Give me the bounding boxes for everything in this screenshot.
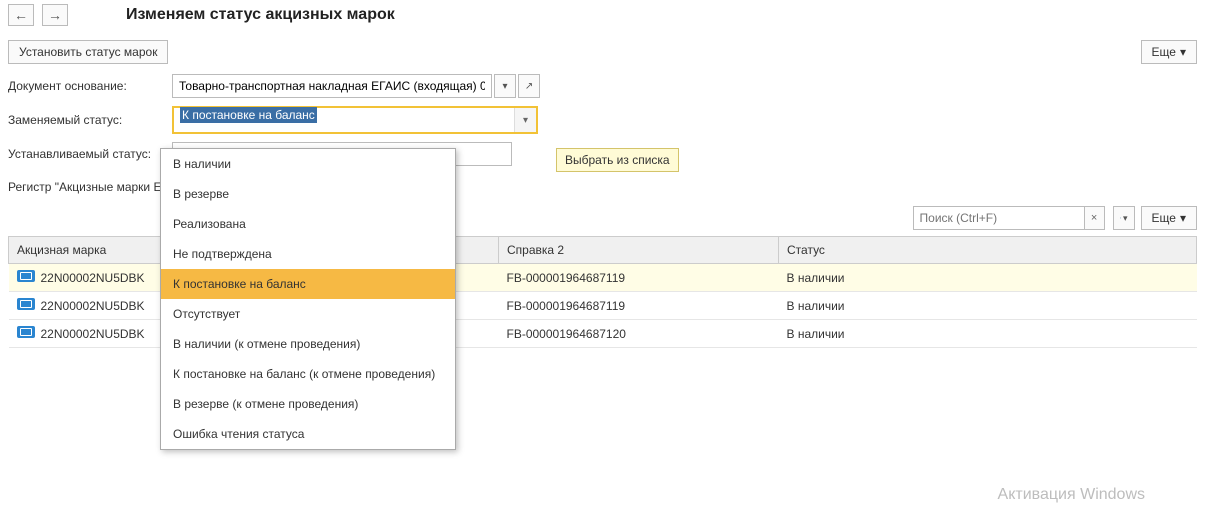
replaced-status-input[interactable]: К постановке на баланс [174, 108, 514, 132]
replaced-status-label: Заменяемый статус: [8, 113, 164, 127]
mark-value: 22N00002NU5DBK [41, 327, 145, 341]
ref-value: FB-000001964687119 [499, 264, 779, 292]
doc-basis-input[interactable] [172, 74, 492, 98]
dropdown-item[interactable]: В наличии (к отмене проведения) [161, 329, 455, 359]
ref-value: FB-000001964687120 [499, 320, 779, 348]
mark-icon [17, 326, 35, 338]
set-status-label: Устанавливаемый статус: [8, 147, 164, 161]
close-icon: × [1091, 212, 1097, 224]
doc-dropdown-button[interactable]: ▾ [494, 74, 516, 98]
dropdown-item[interactable]: Отсутствует [161, 299, 455, 329]
status-dropdown[interactable]: В наличииВ резервеРеализованаНе подтверж… [160, 148, 456, 450]
more-label: Еще [1152, 211, 1176, 225]
search-input[interactable] [914, 207, 1084, 229]
open-icon: ↗ [525, 81, 533, 92]
dropdown-tooltip: Выбрать из списка [556, 148, 679, 172]
mark-value: 22N00002NU5DBK [41, 271, 145, 285]
dropdown-item[interactable]: Ошибка чтения статуса [161, 419, 455, 449]
replaced-status-field[interactable]: К постановке на баланс ▾ [172, 106, 538, 134]
replaced-status-value: К постановке на баланс [180, 107, 317, 123]
search-button[interactable]: ▾ [1113, 206, 1135, 230]
col-ref-header[interactable]: Справка 2 [499, 237, 779, 264]
dropdown-item[interactable]: Не подтверждена [161, 239, 455, 269]
replaced-status-dropdown-button[interactable]: ▾ [514, 108, 536, 132]
mark-value: 22N00002NU5DBK [41, 299, 145, 313]
page-title: Изменяем статус акцизных марок [126, 6, 395, 24]
nav-forward-button[interactable]: → [42, 4, 68, 26]
mark-icon [17, 270, 35, 282]
chevron-down-icon: ▾ [1123, 213, 1128, 224]
status-value: В наличии [779, 264, 1197, 292]
status-value: В наличии [779, 292, 1197, 320]
col-status-header[interactable]: Статус [779, 237, 1197, 264]
dropdown-item[interactable]: В резерве [161, 179, 455, 209]
dropdown-item[interactable]: В наличии [161, 149, 455, 179]
nav-back-button[interactable]: ← [8, 4, 34, 26]
dropdown-item[interactable]: К постановке на баланс [161, 269, 455, 299]
chevron-down-icon: ▾ [523, 115, 528, 126]
replaced-status-row: Заменяемый статус: К постановке на балан… [8, 106, 1197, 134]
windows-activation-watermark: Активация Windows [998, 486, 1145, 504]
set-status-button[interactable]: Установить статус марок [8, 40, 168, 64]
more-label: Еще [1152, 45, 1176, 59]
status-value: В наличии [779, 320, 1197, 348]
search-clear-button[interactable]: × [1084, 207, 1104, 229]
more-button-search[interactable]: Еще ▾ [1141, 206, 1197, 230]
search-icon [1120, 212, 1121, 224]
dropdown-item[interactable]: В резерве (к отмене проведения) [161, 389, 455, 419]
doc-basis-row: Документ основание: ▾ ↗ [8, 74, 1197, 98]
chevron-down-icon: ▾ [1180, 211, 1186, 225]
chevron-down-icon: ▾ [1180, 45, 1186, 59]
dropdown-item[interactable]: Реализована [161, 209, 455, 239]
more-button-top[interactable]: Еще ▾ [1141, 40, 1197, 64]
col-mark-header[interactable]: Акцизная марка [9, 237, 179, 264]
doc-open-button[interactable]: ↗ [518, 74, 540, 98]
chevron-down-icon: ▾ [502, 81, 507, 92]
mark-icon [17, 298, 35, 310]
ref-value: FB-000001964687119 [499, 292, 779, 320]
dropdown-item[interactable]: К постановке на баланс (к отмене проведе… [161, 359, 455, 389]
doc-basis-label: Документ основание: [8, 79, 164, 93]
search-box: × [913, 206, 1105, 230]
